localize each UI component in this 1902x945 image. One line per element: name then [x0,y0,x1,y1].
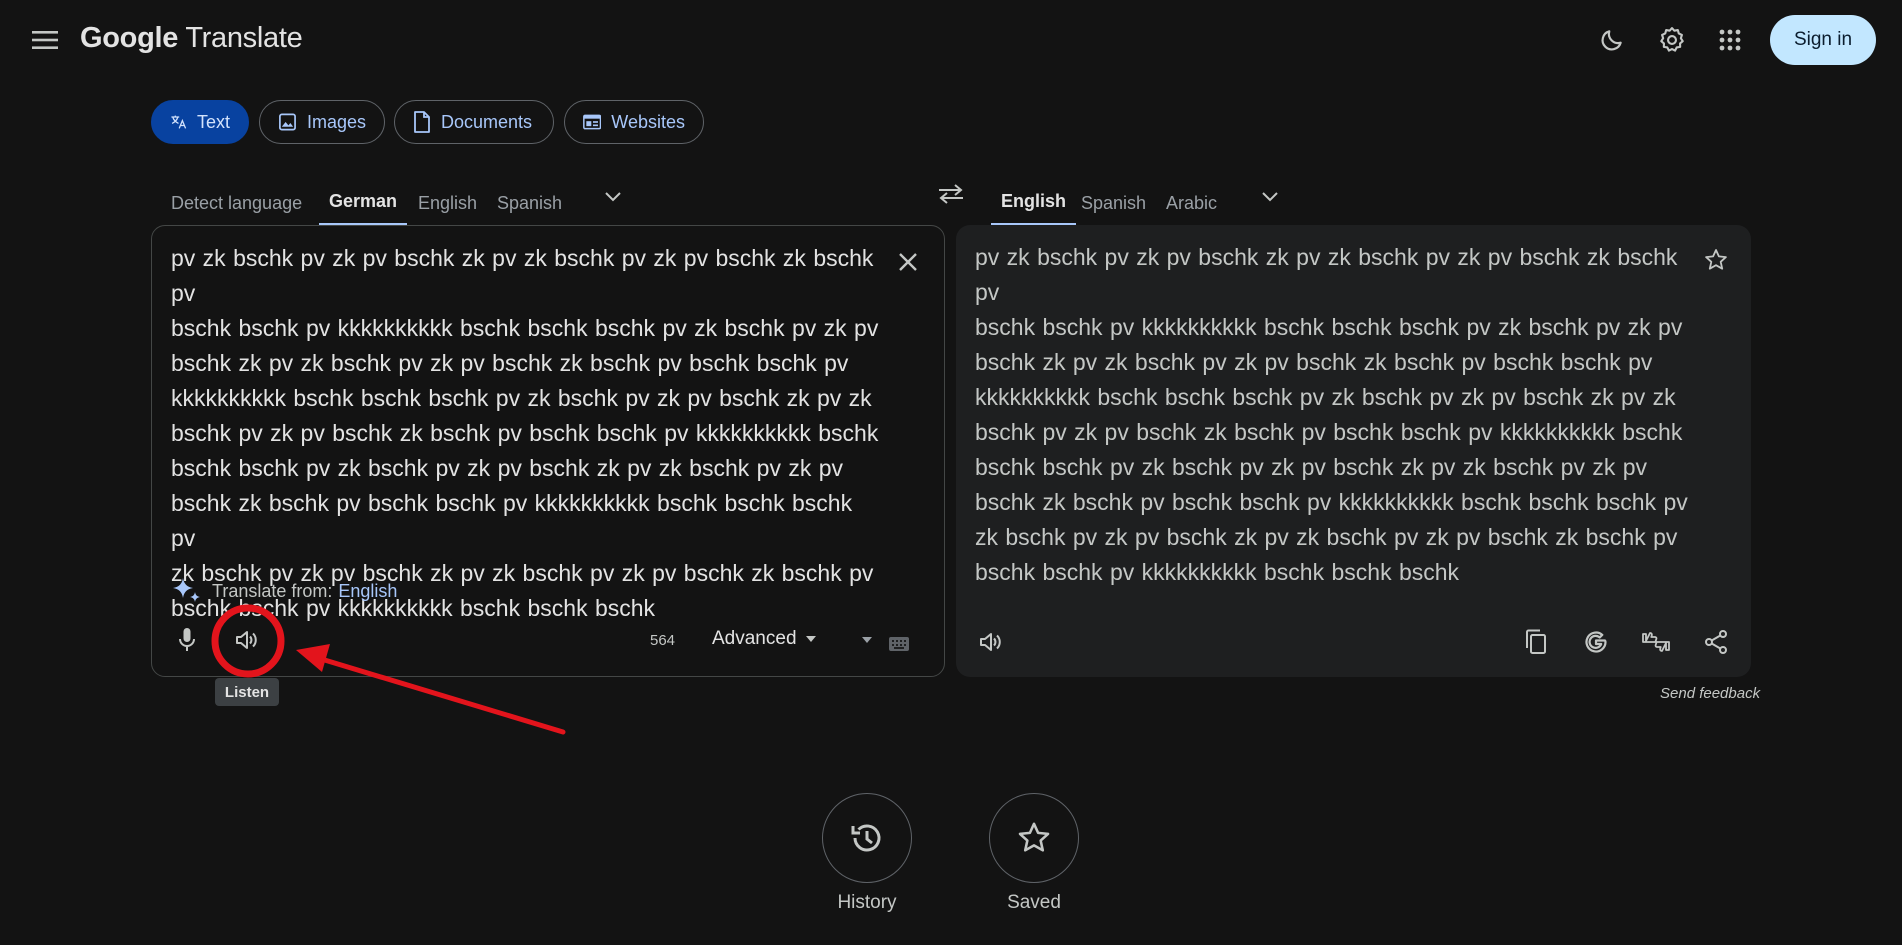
star-icon [1705,249,1727,270]
main-menu-button[interactable] [24,22,66,58]
send-feedback-link[interactable]: Send feedback [1660,685,1760,702]
tab-websites-label: Websites [611,111,685,132]
source-lang-detect[interactable]: Detect language [161,180,312,226]
swap-icon [939,184,963,204]
source-lang-english[interactable]: English [408,180,487,226]
source-line: bschk pv zk pv bschk zk bschk pv bschk b… [171,420,879,446]
star-icon [1018,822,1050,852]
speaker-icon [980,633,1001,651]
copy-translation-button[interactable] [1514,620,1558,664]
target-line: pv zk bschk pv zk pv bschk zk pv zk bsch… [975,244,1678,305]
input-tools-dropdown[interactable] [861,636,873,644]
google-search-button[interactable] [1574,620,1618,664]
keyboard-button[interactable] [888,636,910,652]
saved-label: Saved [1007,892,1061,913]
target-lang-more-button[interactable] [1250,176,1290,216]
source-lang-spanish[interactable]: Spanish [487,180,572,226]
settings-button[interactable] [1652,20,1692,60]
caret-down-icon [805,636,816,642]
caret-down-icon [862,637,872,643]
tab-images[interactable]: Images [259,100,385,144]
logo-google: Google [80,22,179,54]
character-count: 564 [650,632,676,649]
target-line: zk bschk pv zk pv bschk zk pv zk bschk p… [975,524,1678,550]
sparkle-icon [173,578,200,602]
apps-icon [1719,29,1741,51]
source-line: bschk zk bschk pv bschk bschk pv kkkkkkk… [171,490,853,551]
close-icon [899,253,917,271]
tab-images-label: Images [306,111,366,132]
chevron-down-icon [605,192,621,202]
settings-icon [1660,27,1684,52]
tab-text[interactable]: Text [151,100,249,144]
history-label: History [837,892,897,913]
app-logo[interactable]: Google Translate [80,22,303,55]
history-button[interactable] [822,793,912,883]
image-icon [279,113,296,131]
source-lang-more-button[interactable] [593,176,633,216]
chevron-down-icon [1262,192,1278,202]
speaker-icon [236,631,257,649]
translate-icon [171,115,187,129]
translate-from-label: Translate from: [212,580,333,601]
history-icon [851,824,881,852]
rate-translation-button[interactable] [1634,620,1678,664]
microphone-button[interactable] [165,618,209,662]
share-icon [1705,630,1727,654]
tab-documents[interactable]: Documents [394,100,554,144]
clear-source-button[interactable] [888,242,928,282]
listen-source-button[interactable] [225,618,269,662]
listen-tooltip: Listen [215,678,279,706]
source-text-input[interactable]: pv zk bschk pv zk pv bschk zk pv zk bsch… [171,241,881,626]
save-translation-button[interactable] [1696,240,1736,280]
source-line: bschk zk pv zk bschk pv zk pv bschk zk b… [171,350,849,376]
source-line: bschk bschk pv zk bschk pv zk pv bschk z… [171,455,844,481]
translation-output: pv zk bschk pv zk pv bschk zk pv zk bsch… [975,240,1695,590]
keyboard-icon [889,637,909,651]
apps-button[interactable] [1710,20,1750,60]
target-line: bschk bschk pv kkkkkkkkkk bschk bschk bs… [975,559,1460,585]
source-line: bschk bschk pv kkkkkkkkkk bschk bschk bs… [171,315,879,341]
tab-documents-label: Documents [441,111,533,132]
swap-languages-button[interactable] [929,172,973,216]
advanced-dropdown[interactable]: Advanced [712,628,817,650]
target-line: bschk pv zk pv bschk zk bschk pv bschk b… [975,419,1683,445]
source-lang-german[interactable]: German [319,180,408,226]
target-line: kkkkkkkkkk bschk bschk bschk pv zk bschk… [975,384,1676,410]
tab-text-label: Text [196,111,230,132]
document-icon [414,111,430,133]
tab-websites[interactable]: Websites [564,100,704,144]
logo-translate: Translate [185,22,303,54]
listen-target-button[interactable] [969,620,1013,664]
target-lang-english[interactable]: English [991,180,1077,226]
translate-from-suggestion: Translate from: English [170,575,397,607]
sign-in-button[interactable]: Sign in [1770,15,1876,65]
target-lang-spanish[interactable]: Spanish [1071,180,1156,226]
target-line: bschk zk pv zk bschk pv zk pv bschk zk b… [975,349,1653,375]
dark-mode-button[interactable] [1592,20,1632,60]
target-lang-arabic[interactable]: Arabic [1156,180,1227,226]
target-line: bschk zk bschk pv bschk bschk pv kkkkkkk… [975,489,1688,515]
target-line: bschk bschk pv zk bschk pv zk pv bschk z… [975,454,1648,480]
advanced-label: Advanced [712,628,797,649]
source-line: pv zk bschk pv zk pv bschk zk pv zk bsch… [171,245,874,306]
target-line: bschk bschk pv kkkkkkkkkk bschk bschk bs… [975,314,1683,340]
copy-icon [1526,629,1546,654]
google-g-icon [1585,631,1607,653]
thumbs-rate-icon [1642,632,1670,652]
website-icon [583,114,602,130]
saved-button[interactable] [989,793,1079,883]
share-translation-button[interactable] [1694,620,1738,664]
menu-icon [32,31,58,49]
microphone-icon [179,628,195,651]
source-line: kkkkkkkkkk bschk bschk bschk pv zk bschk… [171,385,872,411]
dark-mode-icon [1601,30,1622,51]
translate-from-lang-link[interactable]: English [338,581,397,602]
